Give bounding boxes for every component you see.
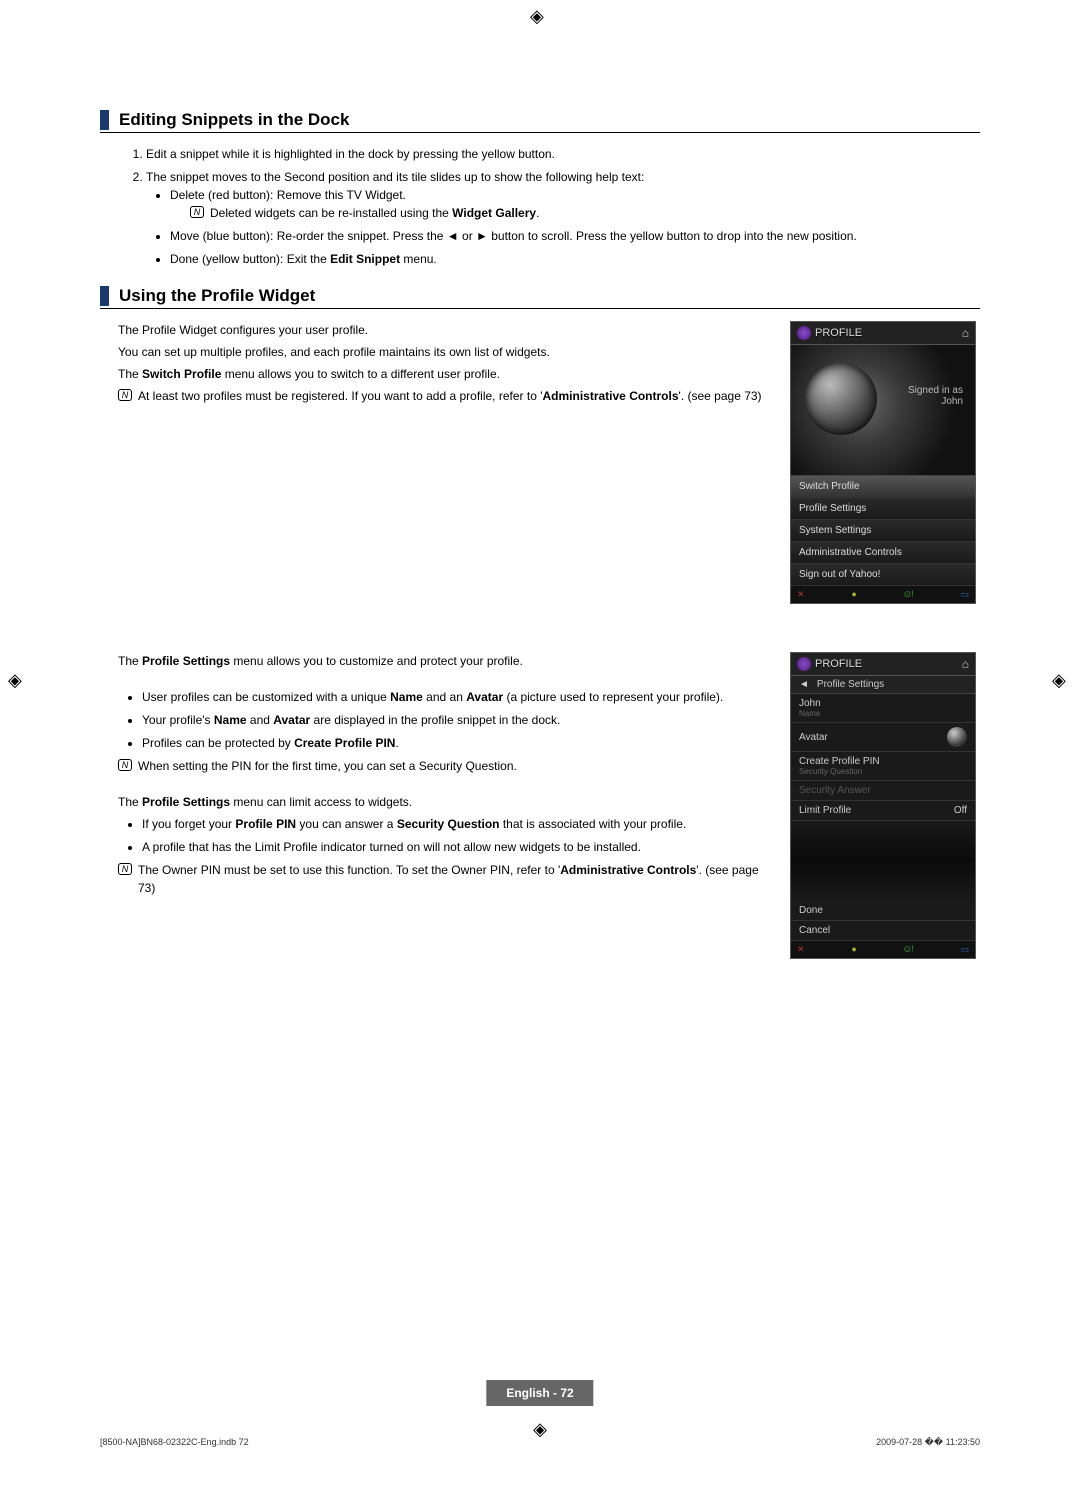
profile-widget-main: PROFILE ⌂ Signed in as John Switch Profi… (790, 321, 976, 604)
row-security-answer: Security Answer (791, 781, 975, 801)
header-bar-icon (100, 286, 109, 306)
back-arrow-icon[interactable]: ◄ (799, 679, 809, 690)
menu-system-settings[interactable]: System Settings (791, 520, 975, 542)
ps-bullets: User profiles can be customized with a u… (100, 688, 770, 752)
page-content: Editing Snippets in the Dock Edit a snip… (0, 0, 1080, 1057)
ps-intro: The Profile Settings menu allows you to … (100, 652, 770, 670)
bullet-name-avatar: User profiles can be customized with a u… (142, 688, 770, 706)
page-number-footer: English - 72 (486, 1380, 593, 1406)
registration-mark-right (1052, 670, 1072, 690)
blue-button-icon[interactable]: ▭ (960, 944, 969, 955)
menu-switch-profile[interactable]: Switch Profile (791, 476, 975, 498)
limit-intro: The Profile Settings menu can limit acce… (100, 793, 770, 811)
subheader-title: Profile Settings (817, 679, 884, 690)
profile-settings-widget: PROFILE ⌂ ◄ Profile Settings John Name A… (790, 652, 976, 959)
owner-pin-note: N The Owner PIN must be set to use this … (100, 861, 770, 897)
limit-value: Off (954, 805, 967, 816)
widget-header: PROFILE ⌂ (791, 653, 975, 676)
home-icon: ⌂ (962, 657, 969, 671)
delete-bullet: Delete (red button): Remove this TV Widg… (170, 186, 980, 222)
row-done[interactable]: Done (791, 901, 975, 921)
menu-sign-out[interactable]: Sign out of Yahoo! (791, 564, 975, 586)
p2: You can set up multiple profiles, and ea… (100, 343, 770, 361)
home-icon: ⌂ (962, 326, 969, 340)
widget-footer-buttons: ✕ ● ⊙! ▭ (791, 586, 975, 603)
yahoo-icon (797, 657, 811, 671)
yellow-button-icon[interactable]: ● (851, 944, 856, 955)
widget2-col: PROFILE ⌂ ◄ Profile Settings John Name A… (790, 652, 980, 983)
widget-subheader: ◄ Profile Settings (791, 676, 975, 694)
section-title: Using the Profile Widget (119, 286, 315, 306)
red-button-icon[interactable]: ✕ (797, 589, 805, 600)
signed-in-label: Signed in as John (908, 385, 963, 407)
registration-mark-left (8, 670, 28, 690)
profiles-note: N At least two profiles must be register… (100, 387, 770, 405)
row-name[interactable]: John Name (791, 694, 975, 723)
widget-menu: Switch Profile Profile Settings System S… (791, 475, 975, 586)
step-1: Edit a snippet while it is highlighted i… (146, 145, 980, 163)
menu-admin-controls[interactable]: Administrative Controls (791, 542, 975, 564)
note-text: Deleted widgets can be re-installed usin… (210, 204, 539, 222)
delete-note: N Deleted widgets can be re-installed us… (190, 204, 980, 222)
file-name: [8500-NA]BN68-02322C-Eng.indb 72 (100, 1437, 249, 1448)
step-1-text: Edit a snippet while it is highlighted i… (146, 147, 555, 161)
editing-steps-list: Edit a snippet while it is highlighted i… (100, 145, 980, 268)
print-metadata: [8500-NA]BN68-02322C-Eng.indb 72 2009-07… (100, 1437, 980, 1448)
blue-button-icon[interactable]: ▭ (960, 589, 969, 600)
done-bullet: Done (yellow button): Exit the Edit Snip… (170, 250, 980, 268)
note-text: When setting the PIN for the first time,… (138, 757, 517, 775)
delete-text: Delete (red button): Remove this TV Widg… (170, 188, 406, 202)
print-date: 2009-07-28 �� 11:23:50 (876, 1437, 980, 1448)
red-button-icon[interactable]: ✕ (797, 944, 805, 955)
profile-intro-block: The Profile Widget configures your user … (100, 321, 980, 628)
green-button-icon[interactable]: ⊙! (904, 589, 914, 600)
note-icon: N (118, 759, 132, 771)
profile-settings-block: The Profile Settings menu allows you to … (100, 652, 980, 983)
move-bullet: Move (blue button): Re-order the snippet… (170, 227, 980, 245)
p1: The Profile Widget configures your user … (100, 321, 770, 339)
settings-text-col: The Profile Settings menu allows you to … (100, 652, 770, 983)
widget-header: PROFILE ⌂ (791, 322, 975, 345)
note-icon: N (118, 863, 132, 875)
step-2-text: The snippet moves to the Second position… (146, 170, 644, 184)
note-text: At least two profiles must be registered… (138, 387, 762, 405)
widget1-col: PROFILE ⌂ Signed in as John Switch Profi… (790, 321, 980, 628)
widget-fill (791, 821, 975, 901)
bullet-displayed: Your profile's Name and Avatar are displ… (142, 711, 770, 729)
step-2: The snippet moves to the Second position… (146, 168, 980, 268)
bullet-pin: Profiles can be protected by Create Prof… (142, 734, 770, 752)
yellow-button-icon[interactable]: ● (851, 589, 856, 600)
widget-avatar-area: Signed in as John (791, 345, 975, 475)
row-limit-profile[interactable]: Limit Profile Off (791, 801, 975, 821)
menu-profile-settings[interactable]: Profile Settings (791, 498, 975, 520)
bullet-limit-indicator: A profile that has the Limit Profile ind… (142, 838, 770, 856)
widget-title: PROFILE (815, 658, 862, 670)
p3: The Switch Profile menu allows you to sw… (100, 365, 770, 383)
widget-footer-buttons: ✕ ● ⊙! ▭ (791, 941, 975, 958)
registration-mark-top (530, 6, 550, 26)
pin-note: N When setting the PIN for the first tim… (100, 757, 770, 775)
avatar-globe-icon (805, 363, 877, 435)
row-avatar[interactable]: Avatar (791, 723, 975, 752)
bullet-forget-pin: If you forget your Profile PIN you can a… (142, 815, 770, 833)
green-button-icon[interactable]: ⊙! (904, 944, 914, 955)
note-text: The Owner PIN must be set to use this fu… (138, 861, 770, 897)
section-header-profile: Using the Profile Widget (100, 286, 980, 309)
note-icon: N (190, 206, 204, 218)
section-header-editing: Editing Snippets in the Dock (100, 110, 980, 133)
note-icon: N (118, 389, 132, 401)
row-create-pin[interactable]: Create Profile PIN Security Question (791, 752, 975, 781)
row-cancel[interactable]: Cancel (791, 921, 975, 941)
step-2-sublist: Delete (red button): Remove this TV Widg… (146, 186, 980, 268)
widget-title: PROFILE (815, 327, 862, 339)
section-title: Editing Snippets in the Dock (119, 110, 349, 130)
limit-bullets: If you forget your Profile PIN you can a… (100, 815, 770, 856)
intro-text-col: The Profile Widget configures your user … (100, 321, 770, 628)
avatar-thumbnail-icon (947, 727, 967, 747)
header-bar-icon (100, 110, 109, 130)
yahoo-icon (797, 326, 811, 340)
